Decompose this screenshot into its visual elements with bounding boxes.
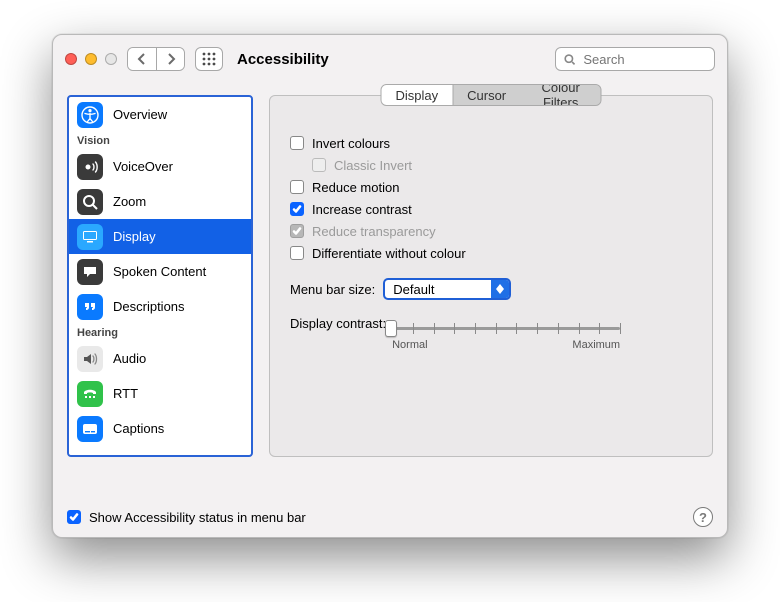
sidebar-item-audio[interactable]: Audio [69, 341, 251, 376]
quote-icon [77, 294, 103, 320]
sidebar-item-captions[interactable]: Captions [69, 411, 251, 446]
accessibility-icon [77, 102, 103, 128]
window-controls [65, 53, 117, 65]
classic-invert-label: Classic Invert [334, 158, 412, 173]
reduce-transparency-label: Reduce transparency [312, 224, 436, 239]
window-title: Accessibility [237, 51, 329, 68]
sidebar-item-label: Zoom [113, 194, 146, 209]
sidebar-item-voiceover[interactable]: VoiceOver [69, 149, 251, 184]
voiceover-icon [77, 154, 103, 180]
classic-invert-checkbox [312, 158, 326, 172]
help-button[interactable]: ? [693, 507, 713, 527]
zoom-icon [77, 189, 103, 215]
speech-bubble-icon [77, 259, 103, 285]
sidebar-item-zoom[interactable]: Zoom [69, 184, 251, 219]
invert-colours-checkbox[interactable] [290, 136, 304, 150]
sidebar-item-label: VoiceOver [113, 159, 173, 174]
forward-button[interactable] [156, 48, 184, 70]
sidebar-item-rtt[interactable]: RTT [69, 376, 251, 411]
sidebar-item-descriptions[interactable]: Descriptions [69, 289, 251, 324]
reduce-motion-row: Reduce motion [290, 176, 692, 198]
differentiate-row: Differentiate without colour [290, 242, 692, 264]
nav-back-forward [127, 47, 185, 71]
footer: Show Accessibility status in menu bar ? [53, 503, 727, 537]
sidebar-item-label: RTT [113, 386, 138, 401]
display-form: Invert colours Classic Invert Reduce mot… [290, 132, 692, 351]
display-contrast-row: Display contrast: [290, 316, 692, 351]
chevron-right-icon [166, 53, 176, 65]
search-icon [564, 53, 575, 66]
slider-max-label: Maximum [572, 339, 620, 351]
sidebar-item-label: Display [113, 229, 156, 244]
invert-colours-row: Invert colours [290, 132, 692, 154]
minimize-window-button[interactable] [85, 53, 97, 65]
show-all-button[interactable] [195, 47, 223, 71]
back-button[interactable] [128, 48, 156, 70]
chevron-left-icon [137, 53, 147, 65]
sidebar-item-label: Audio [113, 351, 146, 366]
search-field[interactable] [555, 47, 715, 71]
menu-bar-size-label: Menu bar size: [290, 282, 375, 297]
category-sidebar: Overview Vision VoiceOver Zoom [67, 95, 253, 457]
settings-panel: Display Cursor Colour Filters Invert col… [269, 95, 713, 457]
tab-display[interactable]: Display [382, 85, 453, 105]
accessibility-preferences-window: Accessibility Overview Vision [52, 34, 728, 538]
speaker-icon [77, 346, 103, 372]
menu-bar-size-value: Default [385, 282, 491, 297]
reduce-motion-checkbox[interactable] [290, 180, 304, 194]
menu-bar-size-select[interactable]: Default [383, 278, 511, 300]
close-window-button[interactable] [65, 53, 77, 65]
sidebar-item-spoken-content[interactable]: Spoken Content [69, 254, 251, 289]
display-icon [77, 224, 103, 250]
sidebar-item-label: Captions [113, 421, 164, 436]
tab-cursor[interactable]: Cursor [452, 85, 520, 105]
search-input[interactable] [581, 51, 706, 68]
updown-arrows-icon [491, 280, 509, 298]
sidebar-item-label: Overview [113, 107, 167, 122]
sidebar-item-overview[interactable]: Overview [69, 97, 251, 132]
sidebar-item-label: Spoken Content [113, 264, 206, 279]
display-contrast-label: Display contrast: [290, 316, 386, 331]
show-status-label: Show Accessibility status in menu bar [89, 510, 306, 525]
slider-min-label: Normal [392, 339, 427, 351]
zoom-window-button[interactable] [105, 53, 117, 65]
reduce-transparency-row: Reduce transparency [290, 220, 692, 242]
sidebar-section-vision: Vision [69, 132, 251, 149]
differentiate-checkbox[interactable] [290, 246, 304, 260]
sidebar-scroll[interactable]: Overview Vision VoiceOver Zoom [69, 97, 251, 455]
sidebar-section-hearing: Hearing [69, 324, 251, 341]
panel-tabs: Display Cursor Colour Filters [381, 84, 602, 106]
check-icon [292, 226, 302, 236]
display-contrast-slider[interactable] [392, 318, 620, 338]
sidebar-item-display[interactable]: Display [69, 219, 251, 254]
increase-contrast-row: Increase contrast [290, 198, 692, 220]
increase-contrast-checkbox[interactable] [290, 202, 304, 216]
differentiate-label: Differentiate without colour [312, 246, 466, 261]
increase-contrast-label: Increase contrast [312, 202, 412, 217]
menu-bar-size-row: Menu bar size: Default [290, 278, 692, 300]
check-icon [69, 512, 79, 522]
tab-colour-filters[interactable]: Colour Filters [521, 85, 601, 105]
reduce-motion-label: Reduce motion [312, 180, 399, 195]
titlebar: Accessibility [53, 35, 727, 83]
body: Overview Vision VoiceOver Zoom [53, 83, 727, 503]
reduce-transparency-checkbox [290, 224, 304, 238]
tty-icon [77, 381, 103, 407]
captions-icon [77, 416, 103, 442]
invert-colours-label: Invert colours [312, 136, 390, 151]
sidebar-item-label: Descriptions [113, 299, 185, 314]
check-icon [292, 204, 302, 214]
show-status-checkbox[interactable] [67, 510, 81, 524]
classic-invert-row: Classic Invert [290, 154, 692, 176]
grid-icon [202, 52, 216, 66]
slider-knob[interactable] [385, 320, 397, 337]
